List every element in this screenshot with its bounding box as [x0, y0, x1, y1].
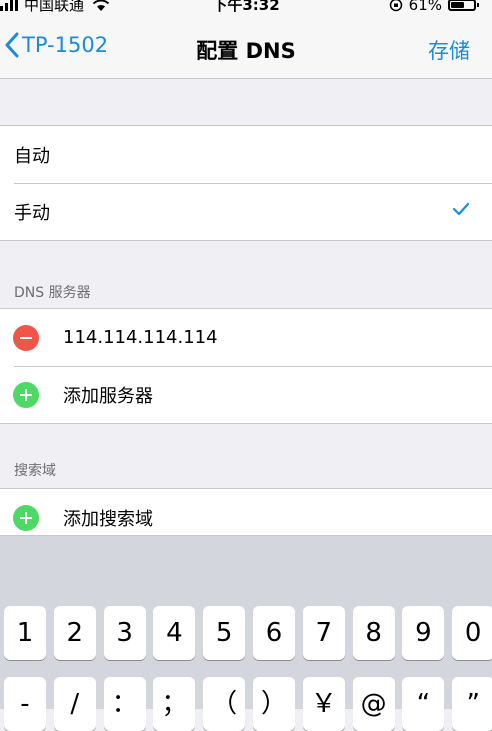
battery-icon — [448, 0, 479, 11]
add-icon — [13, 504, 39, 531]
add-icon — [13, 381, 39, 408]
keyboard-key[interactable]: 6 — [253, 606, 295, 660]
keyboard-key[interactable]: ） — [253, 677, 295, 731]
keyboard-key[interactable]: “ — [402, 677, 445, 731]
mode-option-label: 手动 — [14, 202, 50, 224]
orientation-lock-icon — [389, 0, 402, 12]
dns-mode-group: 自动 手动 — [0, 125, 492, 241]
keyboard-key[interactable]: 4 — [153, 606, 196, 660]
add-search-domain-label: 添加搜索域 — [63, 508, 153, 530]
battery-percentage: 61% — [408, 0, 442, 14]
keyboard-key[interactable]: 9 — [402, 606, 445, 660]
mode-option-label: 自动 — [14, 145, 50, 167]
keyboard-key[interactable]: （ — [203, 677, 246, 731]
keyboard-key[interactable]: ￥ — [302, 677, 345, 731]
add-search-domain-row[interactable]: 添加搜索域 — [0, 489, 492, 535]
keyboard-key[interactable]: - — [4, 677, 46, 731]
add-server-label: 添加服务器 — [63, 385, 153, 407]
keyboard-key[interactable]: ” — [452, 677, 492, 731]
dns-servers-group: 添加服务器 — [0, 308, 492, 424]
status-bar: 中国联通 下午3:32 61% — [0, 0, 492, 18]
save-button[interactable]: 存储 — [428, 35, 470, 65]
page-title: 配置 DNS — [196, 39, 296, 63]
search-domains-group: 添加搜索域 — [0, 488, 492, 536]
dns-servers-header: DNS 服务器 — [14, 285, 91, 301]
keyboard-key[interactable]: 7 — [302, 606, 345, 660]
keyboard: 1234567890 - /：；（） ￥ @ “” — [0, 536, 492, 731]
keyboard-key[interactable]: 1 — [4, 606, 46, 660]
keyboard-key[interactable]: 8 — [352, 606, 395, 660]
navigation-bar: TP-1502 配置 DNS 存储 — [0, 18, 492, 79]
keyboard-key[interactable]: 0 — [452, 606, 492, 660]
search-domains-header: 搜索域 — [14, 463, 56, 479]
keyboard-key[interactable]: 2 — [53, 606, 96, 660]
delete-icon[interactable] — [13, 324, 39, 351]
keyboard-key[interactable]: 5 — [203, 606, 246, 660]
dns-server-input[interactable] — [63, 327, 363, 348]
checkmark-icon — [452, 202, 470, 216]
keyboard-key[interactable]: 3 — [103, 606, 146, 660]
mode-option-manual[interactable]: 手动 — [0, 183, 492, 240]
dns-server-row — [0, 309, 492, 366]
keyboard-key[interactable]: @ — [352, 677, 395, 731]
keyboard-key[interactable]: ； — [153, 677, 196, 731]
keyboard-key[interactable]: / — [53, 677, 96, 731]
keyboard-key[interactable]: ： — [103, 677, 146, 731]
mode-option-automatic[interactable]: 自动 — [0, 126, 492, 183]
add-server-row[interactable]: 添加服务器 — [0, 366, 492, 423]
